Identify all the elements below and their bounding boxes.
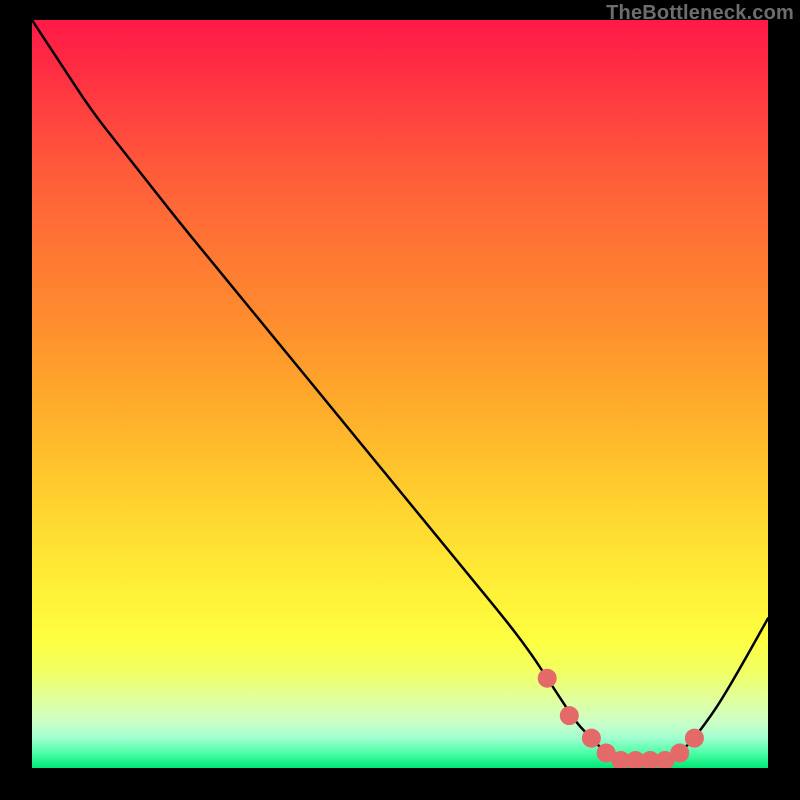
plot-area (32, 20, 768, 768)
bead-point (582, 729, 600, 747)
highlight-beads (32, 20, 768, 768)
bead-point (560, 707, 578, 725)
chart-stage: TheBottleneck.com (0, 0, 800, 800)
bead-point (538, 669, 556, 687)
bead-point (685, 729, 703, 747)
bead-point (671, 744, 689, 762)
